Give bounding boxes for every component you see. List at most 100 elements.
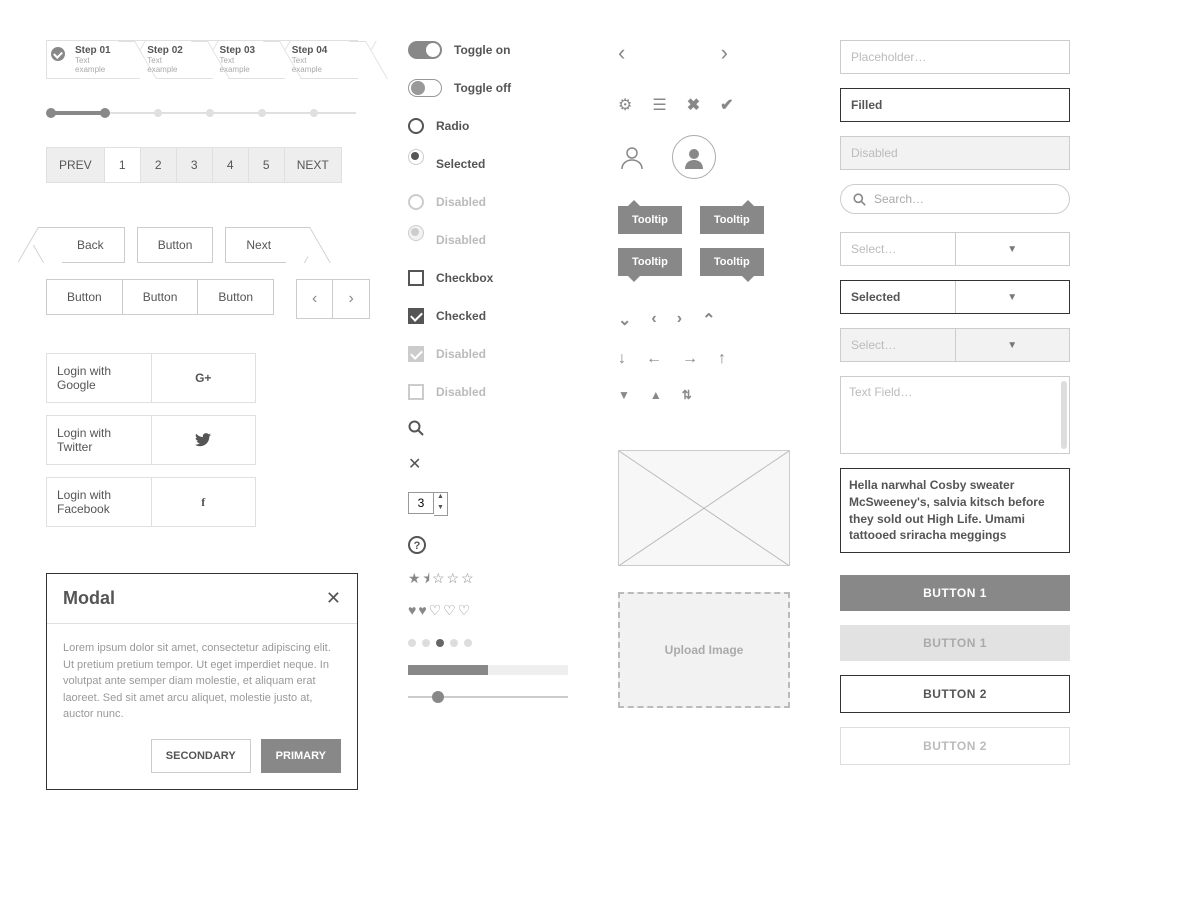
- chevron-down-icon[interactable]: ⌄: [618, 310, 631, 330]
- next-button[interactable]: Next: [225, 227, 302, 263]
- social-label: Login with Google: [47, 354, 151, 402]
- login-twitter-button[interactable]: Login with Twitter: [46, 415, 256, 465]
- caret-up-icon[interactable]: ▲: [650, 388, 662, 402]
- search-input[interactable]: Search…: [840, 184, 1070, 214]
- scrollbar[interactable]: [1061, 381, 1067, 449]
- pagination-page-4[interactable]: 4: [213, 148, 249, 182]
- progress-dot-4[interactable]: [206, 109, 214, 117]
- facebook-icon: f: [151, 478, 256, 526]
- progress-dot-5[interactable]: [258, 109, 266, 117]
- close-icon[interactable]: ✕: [326, 588, 341, 609]
- pagination-page-2[interactable]: 2: [141, 148, 177, 182]
- toggle-on-icon[interactable]: [408, 41, 442, 59]
- pagination-prev[interactable]: PREV: [47, 148, 105, 182]
- number-stepper[interactable]: ▲▼: [408, 492, 568, 516]
- step-1[interactable]: Step 01 Text example: [47, 41, 127, 78]
- avatar-circle[interactable]: [672, 135, 716, 179]
- step-subtitle: Text example: [147, 56, 193, 74]
- radio-selected-icon[interactable]: [408, 149, 424, 165]
- step-2[interactable]: Step 02 Text example: [127, 41, 199, 78]
- radio-selected-row[interactable]: Selected: [408, 154, 568, 174]
- chevron-left-icon[interactable]: ‹: [297, 280, 333, 318]
- progress-dot-1[interactable]: [46, 108, 56, 118]
- sort-icon[interactable]: ⇅: [682, 388, 692, 402]
- arrow-up-icon[interactable]: ↑: [718, 350, 726, 368]
- chevron-right-icon[interactable]: ›: [677, 310, 682, 330]
- caret-down-icon[interactable]: ▼: [618, 388, 630, 402]
- text-input-placeholder[interactable]: Placeholder…: [840, 40, 1070, 74]
- stepper-up-icon[interactable]: ▲: [434, 493, 447, 504]
- pagination-page-5[interactable]: 5: [249, 148, 285, 182]
- step-subtitle: Text example: [75, 56, 121, 74]
- secondary-button[interactable]: BUTTON 2: [840, 675, 1070, 713]
- tooltip-bottom-left: Tooltip: [618, 248, 682, 276]
- close-icon[interactable]: ✖: [687, 95, 700, 115]
- google-plus-icon: G+: [151, 354, 256, 402]
- progress-fill: [48, 111, 103, 115]
- slider-thumb[interactable]: [432, 691, 444, 703]
- pagination[interactable]: PREV 1 2 3 4 5 NEXT: [46, 147, 342, 183]
- arrow-right-icon[interactable]: →: [682, 350, 698, 368]
- arrow-down-icon[interactable]: ↓: [618, 350, 626, 368]
- generic-button[interactable]: Button: [137, 227, 214, 263]
- group-button-2[interactable]: Button: [123, 280, 199, 314]
- progress-dots[interactable]: [46, 107, 358, 119]
- login-facebook-button[interactable]: Login with Facebook f: [46, 477, 256, 527]
- radio-row[interactable]: Radio: [408, 116, 568, 136]
- select-disabled: Select…▼: [840, 328, 1070, 362]
- search-icon[interactable]: [408, 420, 568, 436]
- checkbox-icon[interactable]: [408, 270, 424, 286]
- textarea-empty[interactable]: Text Field…: [840, 376, 1070, 454]
- text-input-filled[interactable]: Filled: [840, 88, 1070, 122]
- checkbox-checked-row[interactable]: Checked: [408, 306, 568, 326]
- toggle-on-row[interactable]: Toggle on: [408, 40, 568, 60]
- carousel-nav[interactable]: ‹ ›: [296, 279, 370, 319]
- help-icon[interactable]: ?: [408, 536, 568, 554]
- toggle-off-icon[interactable]: [408, 79, 442, 97]
- pager-dots[interactable]: [408, 639, 568, 647]
- step-breadcrumb[interactable]: Step 01 Text example Step 02 Text exampl…: [46, 40, 358, 79]
- pagination-next[interactable]: NEXT: [285, 148, 341, 182]
- chevron-left-icon[interactable]: ‹: [651, 310, 656, 330]
- arrow-left-icon[interactable]: ←: [646, 350, 662, 368]
- group-button-3[interactable]: Button: [198, 280, 273, 314]
- progress-dot-3[interactable]: [154, 109, 162, 117]
- modal-secondary-button[interactable]: SECONDARY: [151, 739, 251, 773]
- login-google-button[interactable]: Login with Google G+: [46, 353, 256, 403]
- chevron-left-icon[interactable]: ‹: [618, 40, 625, 66]
- close-icon[interactable]: ✕: [408, 454, 568, 474]
- progress-dot-2[interactable]: [100, 108, 110, 118]
- tooltip-top-right: Tooltip: [700, 206, 764, 234]
- modal-primary-button[interactable]: PRIMARY: [261, 739, 341, 773]
- button-group[interactable]: Button Button Button: [46, 279, 274, 315]
- stepper-down-icon[interactable]: ▼: [434, 504, 447, 515]
- toggle-off-row[interactable]: Toggle off: [408, 78, 568, 98]
- slider[interactable]: [408, 689, 568, 705]
- checkbox-checked-icon[interactable]: [408, 308, 424, 324]
- radio-icon[interactable]: [408, 118, 424, 134]
- text-input-disabled: Disabled: [840, 136, 1070, 170]
- star-rating[interactable]: ★⯨☆☆☆: [408, 568, 568, 592]
- select-selected[interactable]: Selected▼: [840, 280, 1070, 314]
- progress-dot-6[interactable]: [310, 109, 318, 117]
- upload-dropzone[interactable]: Upload Image: [618, 592, 790, 708]
- pagination-page-1[interactable]: 1: [105, 148, 141, 182]
- menu-icon[interactable]: ☰: [652, 95, 666, 115]
- primary-button[interactable]: BUTTON 1: [840, 575, 1070, 611]
- stepper-input[interactable]: [408, 492, 434, 514]
- check-icon[interactable]: ✔: [720, 95, 733, 115]
- pagination-page-3[interactable]: 3: [177, 148, 213, 182]
- step-4[interactable]: Step 04 Text example: [272, 41, 358, 78]
- checkbox-row[interactable]: Checkbox: [408, 268, 568, 288]
- chevron-right-icon[interactable]: ›: [721, 40, 728, 66]
- heart-rating[interactable]: ♥♥♡♡♡: [408, 602, 568, 619]
- step-3[interactable]: Step 03 Text example: [200, 41, 272, 78]
- group-button-1[interactable]: Button: [47, 280, 123, 314]
- progress-bar: [408, 665, 568, 675]
- select-empty[interactable]: Select…▼: [840, 232, 1070, 266]
- gear-icon[interactable]: ⚙: [618, 95, 632, 115]
- chevron-right-icon[interactable]: ›: [333, 280, 369, 318]
- back-button[interactable]: Back: [46, 227, 125, 263]
- textarea-filled[interactable]: Hella narwhal Cosby sweater McSweeney's,…: [840, 468, 1070, 553]
- chevron-up-icon[interactable]: ⌃: [702, 310, 715, 330]
